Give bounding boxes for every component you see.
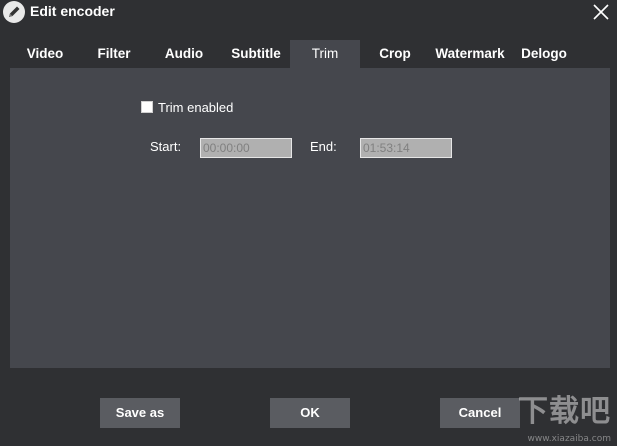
tab-crop[interactable]: Crop bbox=[370, 40, 420, 68]
tab-subtitle[interactable]: Subtitle bbox=[224, 40, 288, 68]
checkbox-box[interactable] bbox=[141, 101, 153, 113]
trim-enabled-checkbox[interactable]: Trim enabled bbox=[141, 99, 233, 115]
start-label: Start: bbox=[150, 139, 182, 154]
tab-bar: Video Filter Audio Subtitle Trim Crop Wa… bbox=[10, 40, 610, 68]
start-time-input[interactable] bbox=[200, 138, 292, 158]
close-button[interactable] bbox=[591, 2, 611, 22]
tab-trim[interactable]: Trim bbox=[290, 40, 360, 68]
close-icon bbox=[593, 4, 609, 20]
tab-audio[interactable]: Audio bbox=[157, 40, 211, 68]
title-bar: Edit encoder bbox=[0, 0, 617, 24]
end-time-input[interactable] bbox=[360, 138, 452, 158]
window-title: Edit encoder bbox=[30, 3, 115, 19]
watermark-url: www.xiazaiba.com bbox=[527, 434, 611, 444]
trim-enabled-label: Trim enabled bbox=[158, 99, 234, 115]
watermark-text: 下载吧 bbox=[518, 394, 611, 429]
tab-delogo[interactable]: Delogo bbox=[516, 40, 572, 68]
tab-video[interactable]: Video bbox=[18, 40, 72, 68]
tab-watermark[interactable]: Watermark bbox=[432, 40, 508, 68]
trim-panel: Trim enabled Start: End: bbox=[10, 68, 610, 368]
site-watermark: 下载吧 www.xiazaiba.com bbox=[491, 384, 611, 444]
tab-filter[interactable]: Filter bbox=[88, 40, 140, 68]
edit-encoder-dialog: Edit encoder Video Filter Audio Subtitle… bbox=[0, 0, 617, 446]
end-label: End: bbox=[310, 139, 337, 154]
pencil-icon bbox=[3, 1, 25, 23]
ok-button[interactable]: OK bbox=[270, 398, 350, 428]
save-as-button[interactable]: Save as bbox=[100, 398, 180, 428]
